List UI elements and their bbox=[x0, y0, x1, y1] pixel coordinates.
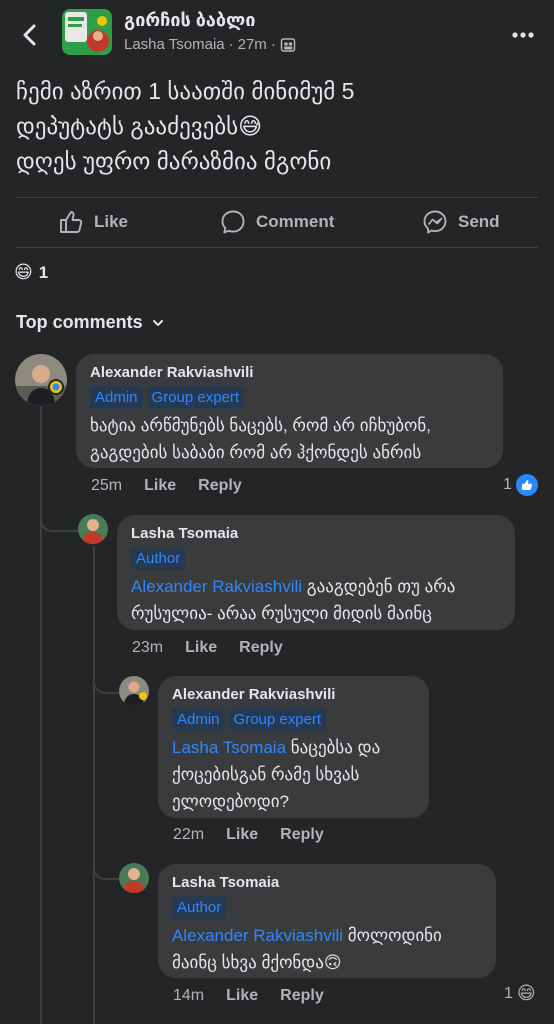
comment-text: Alexander Rakviashvili მოლოდინი მაინც სხ… bbox=[172, 922, 482, 976]
group-expert-badge: Group expert bbox=[228, 708, 327, 731]
post-meta: Lasha Tsomaia · 27m · bbox=[124, 36, 296, 53]
comment-author[interactable]: Alexander Rakviashvili bbox=[172, 685, 415, 705]
thread-connector bbox=[93, 856, 119, 880]
comment-reaction-count: 1 bbox=[504, 984, 513, 1002]
reaction-summary[interactable]: 😄 1 bbox=[14, 262, 48, 283]
avatar[interactable] bbox=[119, 863, 149, 893]
comment-reply-button[interactable]: Reply bbox=[280, 825, 324, 845]
thread-connector bbox=[40, 508, 78, 532]
admin-badge: Admin bbox=[90, 386, 143, 409]
comment-bubble: Alexander Rakviashvili Admin Group exper… bbox=[76, 354, 503, 468]
admin-badge: Admin bbox=[172, 708, 225, 731]
comment-text-fragment: მოლოდინი bbox=[343, 926, 442, 945]
comment-reaction[interactable]: 1 😄 bbox=[504, 983, 536, 1004]
haha-reaction-icon: 😄 bbox=[14, 262, 33, 282]
comment-bubble-icon bbox=[221, 210, 245, 234]
send-button[interactable]: Send bbox=[422, 205, 500, 239]
meta-dot: · bbox=[228, 36, 234, 53]
comment-reaction[interactable]: 1 bbox=[503, 474, 538, 496]
comment-author[interactable]: Lasha Tsomaia bbox=[172, 873, 482, 893]
like-thumb-icon bbox=[60, 211, 83, 233]
post-author[interactable]: Lasha Tsomaia bbox=[124, 36, 225, 53]
post-text: ჩემი აზრით 1 საათში მინიმუმ 5 დეპუტატს გ… bbox=[16, 74, 546, 179]
comment-time: 14m bbox=[173, 987, 205, 1004]
post-text-line: ჩემი აზრით 1 საათში მინიმუმ 5 bbox=[16, 78, 355, 104]
comment-reply-button[interactable]: Reply bbox=[198, 476, 242, 496]
comment-text-line: Alexander Rakviashvili მოლოდინი bbox=[172, 922, 482, 949]
meta-dot: · bbox=[270, 36, 276, 53]
comment-text: Lasha Tsomaia ნაცებსა და ქოცებისგან რამე… bbox=[172, 734, 415, 815]
comment-bubble: Lasha Tsomaia Author Alexander Rakviashv… bbox=[117, 515, 515, 630]
comment-label: Comment bbox=[256, 212, 335, 231]
post-text-line: დეპუტატს გააძევებს😅 bbox=[16, 113, 263, 139]
comment-filter-label: Top comments bbox=[16, 312, 143, 332]
comment-like-button[interactable]: Like bbox=[226, 986, 258, 1006]
group-visibility-icon bbox=[280, 37, 296, 52]
more-options-button[interactable] bbox=[506, 22, 540, 48]
more-icon bbox=[512, 32, 534, 38]
comment-text-line: ხატია არწმუნებს ნაცებს, რომ არ იჩხუბონ, bbox=[90, 416, 432, 435]
messenger-icon bbox=[423, 210, 447, 234]
comment-text: Alexander Rakviashvili გააგდებენ თუ არა … bbox=[131, 573, 501, 627]
like-reaction-icon bbox=[515, 474, 538, 496]
avatar[interactable] bbox=[78, 514, 108, 544]
post-time[interactable]: 27m bbox=[238, 36, 267, 53]
author-badge: Author bbox=[172, 896, 227, 919]
thread-connector bbox=[93, 670, 119, 694]
group-name[interactable]: გირჩის ბაბლი bbox=[124, 10, 256, 31]
author-badge: Author bbox=[131, 547, 186, 570]
comment-bubble: Alexander Rakviashvili Admin Group exper… bbox=[158, 676, 429, 818]
mention-link[interactable]: Alexander Rakviashvili bbox=[172, 926, 343, 945]
comment-filter-dropdown[interactable]: Top comments bbox=[16, 312, 165, 333]
comment-text-line: მაინც სხვა მქონდა🙃 bbox=[172, 953, 342, 972]
thread-line bbox=[40, 404, 42, 1024]
divider bbox=[16, 197, 538, 198]
comment-bubble: Lasha Tsomaia Author Alexander Rakviashv… bbox=[158, 864, 496, 978]
chevron-down-icon bbox=[152, 319, 163, 326]
comment-text-line: გაგდების საბაბი რომ არ ჰქონდეს ანრის bbox=[90, 443, 422, 462]
avatar[interactable] bbox=[15, 354, 67, 406]
reaction-count: 1 bbox=[38, 262, 49, 282]
comment-text-line: ელოდებოდი? bbox=[172, 792, 289, 811]
comment-text-fragment: გააგდებენ თუ არა bbox=[302, 577, 456, 596]
comment-meta: 22m Like Reply bbox=[173, 825, 324, 845]
comment-author[interactable]: Alexander Rakviashvili bbox=[90, 363, 489, 383]
avatar[interactable] bbox=[119, 676, 149, 706]
post-text-line: დღეს უფრო მარაზმია მგონი bbox=[16, 148, 332, 174]
comment-time: 23m bbox=[132, 639, 164, 656]
divider bbox=[16, 247, 538, 248]
comment-text-line: რუსულია- არაა რუსული მიდის მაინც bbox=[131, 604, 432, 623]
comment-time: 25m bbox=[91, 477, 123, 494]
back-button[interactable] bbox=[18, 22, 44, 48]
comment-meta: 25m Like Reply bbox=[91, 476, 242, 496]
comment-reply-button[interactable]: Reply bbox=[280, 986, 324, 1006]
comment-text-line: Lasha Tsomaia ნაცებსა და bbox=[172, 734, 415, 761]
comment-text-fragment: ნაცებსა და bbox=[286, 738, 381, 757]
comment-reply-button[interactable]: Reply bbox=[239, 638, 283, 658]
comment-text-line: ქოცებისგან რამე სხვას bbox=[172, 765, 360, 784]
comment-like-button[interactable]: Like bbox=[226, 825, 258, 845]
group-avatar[interactable] bbox=[62, 9, 112, 55]
thread-line bbox=[93, 546, 95, 1024]
mention-link[interactable]: Lasha Tsomaia bbox=[172, 738, 286, 757]
group-expert-badge: Group expert bbox=[146, 386, 245, 409]
comment-text-line: Alexander Rakviashvili გააგდებენ თუ არა bbox=[131, 573, 501, 600]
comment-meta: 23m Like Reply bbox=[132, 638, 283, 658]
comment-like-button[interactable]: Like bbox=[185, 638, 217, 658]
back-arrow-icon bbox=[23, 24, 36, 46]
send-label: Send bbox=[458, 212, 500, 231]
comment-reaction-count: 1 bbox=[503, 476, 512, 493]
comment-author[interactable]: Lasha Tsomaia bbox=[131, 524, 501, 544]
comment-like-button[interactable]: Like bbox=[144, 476, 176, 496]
comment-time: 22m bbox=[173, 826, 205, 843]
comment-meta: 14m Like Reply bbox=[173, 986, 324, 1006]
comment-button[interactable]: Comment bbox=[220, 205, 334, 239]
like-label: Like bbox=[94, 212, 129, 231]
comment-text: ხატია არწმუნებს ნაცებს, რომ არ იჩხუბონ, … bbox=[90, 412, 489, 466]
like-button[interactable]: Like bbox=[58, 205, 128, 239]
haha-reaction-icon: 😄 bbox=[516, 983, 536, 1003]
mention-link[interactable]: Alexander Rakviashvili bbox=[131, 577, 302, 596]
